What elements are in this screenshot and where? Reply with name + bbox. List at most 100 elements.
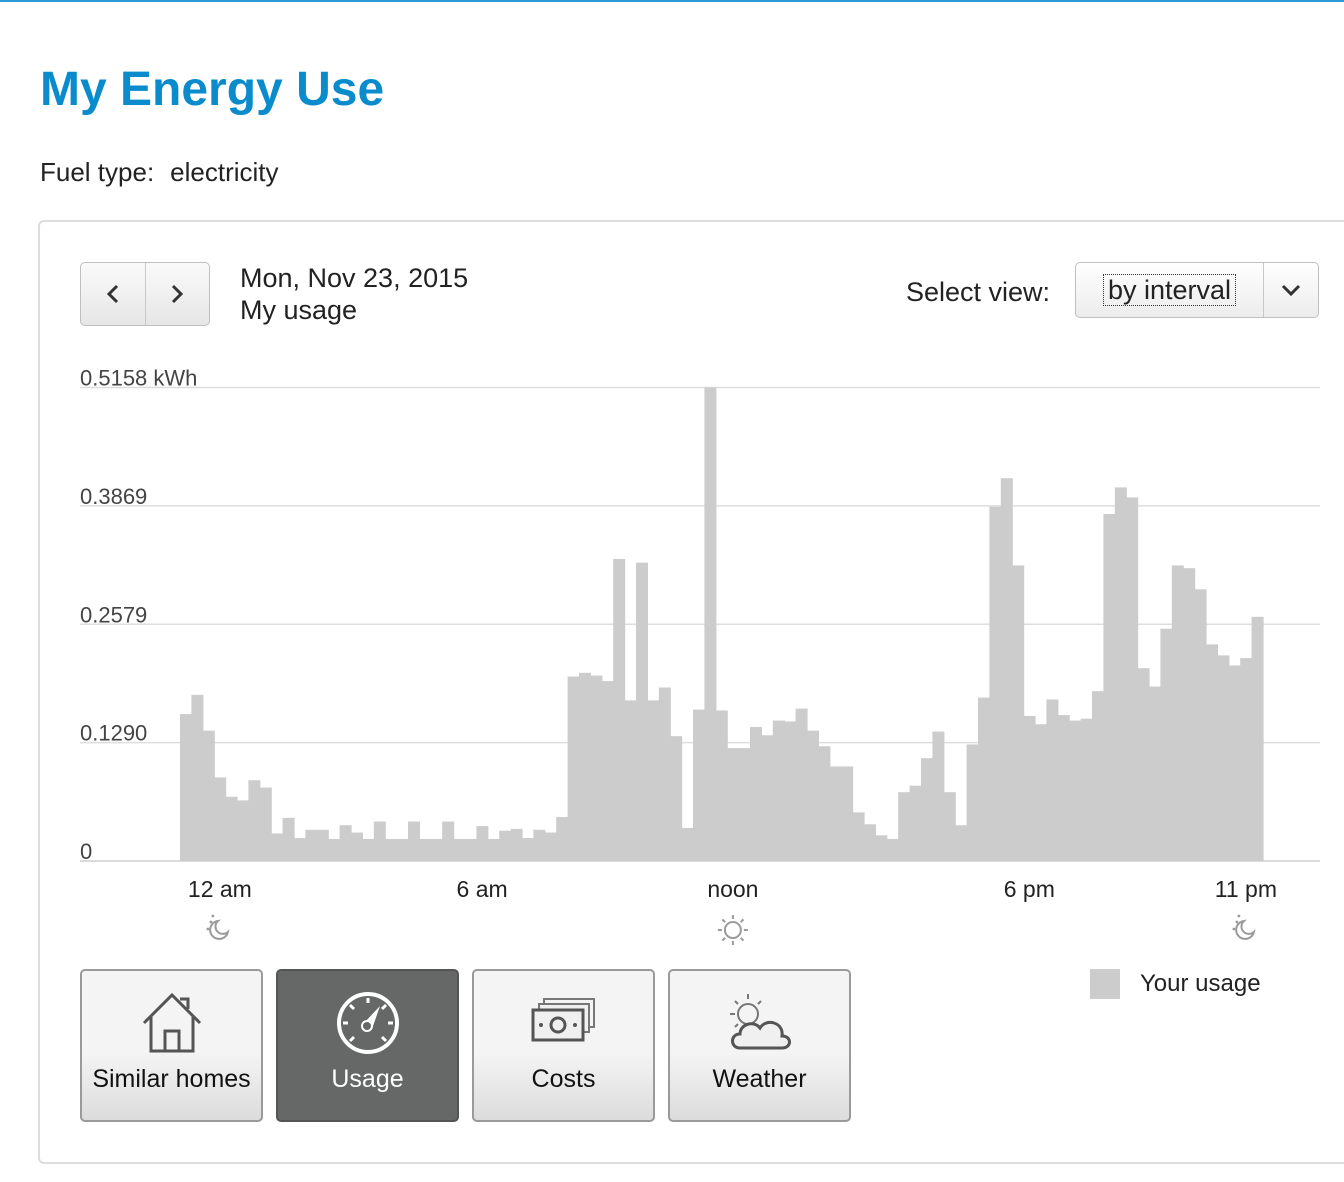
- weather-tile[interactable]: Weather: [668, 969, 851, 1122]
- usage-bar[interactable]: [727, 748, 740, 861]
- usage-bar[interactable]: [795, 708, 808, 861]
- usage-bar[interactable]: [966, 744, 979, 861]
- usage-bar[interactable]: [225, 796, 238, 861]
- usage-bar[interactable]: [237, 800, 249, 861]
- usage-bar[interactable]: [1217, 655, 1230, 861]
- usage-bar[interactable]: [864, 824, 876, 861]
- usage-bar[interactable]: [544, 832, 557, 861]
- usage-bar[interactable]: [750, 726, 762, 861]
- usage-bar[interactable]: [522, 838, 534, 861]
- usage-bar[interactable]: [1160, 628, 1173, 861]
- usage-bar[interactable]: [1046, 699, 1059, 861]
- usage-bar[interactable]: [351, 832, 363, 861]
- usage-bar[interactable]: [829, 766, 842, 861]
- usage-bar[interactable]: [499, 830, 512, 861]
- usage-bar[interactable]: [487, 838, 500, 861]
- usage-bar[interactable]: [202, 730, 215, 861]
- usage-bar[interactable]: [761, 735, 774, 861]
- usage-bar[interactable]: [1149, 686, 1161, 861]
- usage-bar[interactable]: [510, 828, 523, 861]
- usage-bar[interactable]: [670, 736, 683, 861]
- usage-bar[interactable]: [1080, 718, 1093, 861]
- usage-bar[interactable]: [613, 558, 626, 861]
- usage-bar[interactable]: [772, 720, 785, 861]
- usage-bar[interactable]: [852, 812, 865, 861]
- usage-bar[interactable]: [430, 838, 443, 861]
- usage-bar[interactable]: [590, 675, 603, 861]
- usage-bar[interactable]: [898, 792, 911, 861]
- usage-bar[interactable]: [909, 785, 922, 861]
- usage-bar[interactable]: [248, 780, 261, 861]
- usage-bar[interactable]: [191, 694, 204, 861]
- usage-bar[interactable]: [465, 838, 477, 861]
- usage-bar[interactable]: [214, 777, 227, 861]
- usage-bar[interactable]: [715, 710, 728, 861]
- usage-bar[interactable]: [1035, 724, 1047, 861]
- usage-bar[interactable]: [1240, 658, 1253, 861]
- usage-bar[interactable]: [1183, 568, 1196, 861]
- usage-bar[interactable]: [943, 792, 956, 861]
- usage-bar[interactable]: [533, 829, 546, 861]
- usage-bar[interactable]: [955, 825, 968, 861]
- usage-bar[interactable]: [624, 700, 637, 861]
- usage-bar[interactable]: [373, 821, 386, 861]
- usage-bar[interactable]: [1126, 497, 1139, 861]
- usage-bar[interactable]: [556, 816, 569, 861]
- usage-bar[interactable]: [180, 714, 192, 861]
- usage-bar[interactable]: [408, 821, 420, 861]
- usage-bar[interactable]: [476, 826, 489, 861]
- usage-bar[interactable]: [259, 787, 272, 861]
- usage-bar[interactable]: [738, 748, 751, 861]
- x-tick-label: 6 pm: [1004, 876, 1055, 902]
- usage-bar[interactable]: [579, 672, 591, 861]
- usage-bar[interactable]: [601, 681, 614, 861]
- usage-bar[interactable]: [567, 676, 580, 861]
- usage-bar[interactable]: [807, 730, 819, 861]
- usage-bar[interactable]: [294, 838, 306, 861]
- usage-bar[interactable]: [1092, 691, 1104, 861]
- usage-bar[interactable]: [1069, 720, 1082, 861]
- usage-bar[interactable]: [1194, 589, 1207, 861]
- usage-bar[interactable]: [658, 687, 671, 861]
- usage-bar[interactable]: [693, 709, 705, 861]
- usage-bar[interactable]: [1103, 513, 1116, 861]
- usage-bar[interactable]: [704, 387, 717, 862]
- usage-bar[interactable]: [385, 838, 398, 861]
- usage-bar[interactable]: [1012, 565, 1025, 861]
- usage-bar[interactable]: [1057, 715, 1070, 861]
- usage-bar[interactable]: [1000, 478, 1013, 861]
- usage-bar[interactable]: [875, 835, 888, 861]
- usage-bar[interactable]: [784, 721, 797, 861]
- usage-bar[interactable]: [978, 697, 990, 861]
- usage-tile[interactable]: Usage: [276, 969, 459, 1122]
- usage-bar[interactable]: [282, 817, 295, 861]
- usage-bar[interactable]: [419, 838, 432, 861]
- usage-bar[interactable]: [886, 838, 899, 861]
- usage-bar[interactable]: [1171, 565, 1184, 861]
- usage-bar[interactable]: [932, 731, 945, 861]
- usage-bar[interactable]: [316, 829, 329, 861]
- usage-bar[interactable]: [442, 821, 455, 861]
- usage-bar[interactable]: [453, 838, 466, 861]
- usage-bar[interactable]: [396, 838, 409, 861]
- similar-homes-tile[interactable]: Similar homes: [80, 969, 263, 1122]
- usage-bar[interactable]: [921, 758, 933, 861]
- usage-bar[interactable]: [1114, 487, 1127, 861]
- usage-bar[interactable]: [271, 833, 284, 861]
- usage-bar[interactable]: [339, 825, 352, 861]
- usage-bar[interactable]: [647, 700, 660, 861]
- usage-bar[interactable]: [818, 746, 831, 861]
- costs-tile[interactable]: Costs: [472, 969, 655, 1122]
- usage-bar[interactable]: [1023, 715, 1036, 861]
- usage-bar[interactable]: [1137, 668, 1150, 861]
- usage-bar[interactable]: [1251, 616, 1264, 861]
- usage-bar[interactable]: [989, 506, 1002, 861]
- usage-bar[interactable]: [1228, 665, 1241, 861]
- usage-bar[interactable]: [841, 766, 854, 861]
- usage-bar[interactable]: [681, 827, 694, 861]
- usage-bar[interactable]: [328, 838, 341, 861]
- usage-bar[interactable]: [636, 562, 648, 861]
- usage-bar[interactable]: [305, 829, 318, 861]
- usage-bar[interactable]: [1206, 644, 1218, 861]
- usage-bar[interactable]: [362, 838, 375, 861]
